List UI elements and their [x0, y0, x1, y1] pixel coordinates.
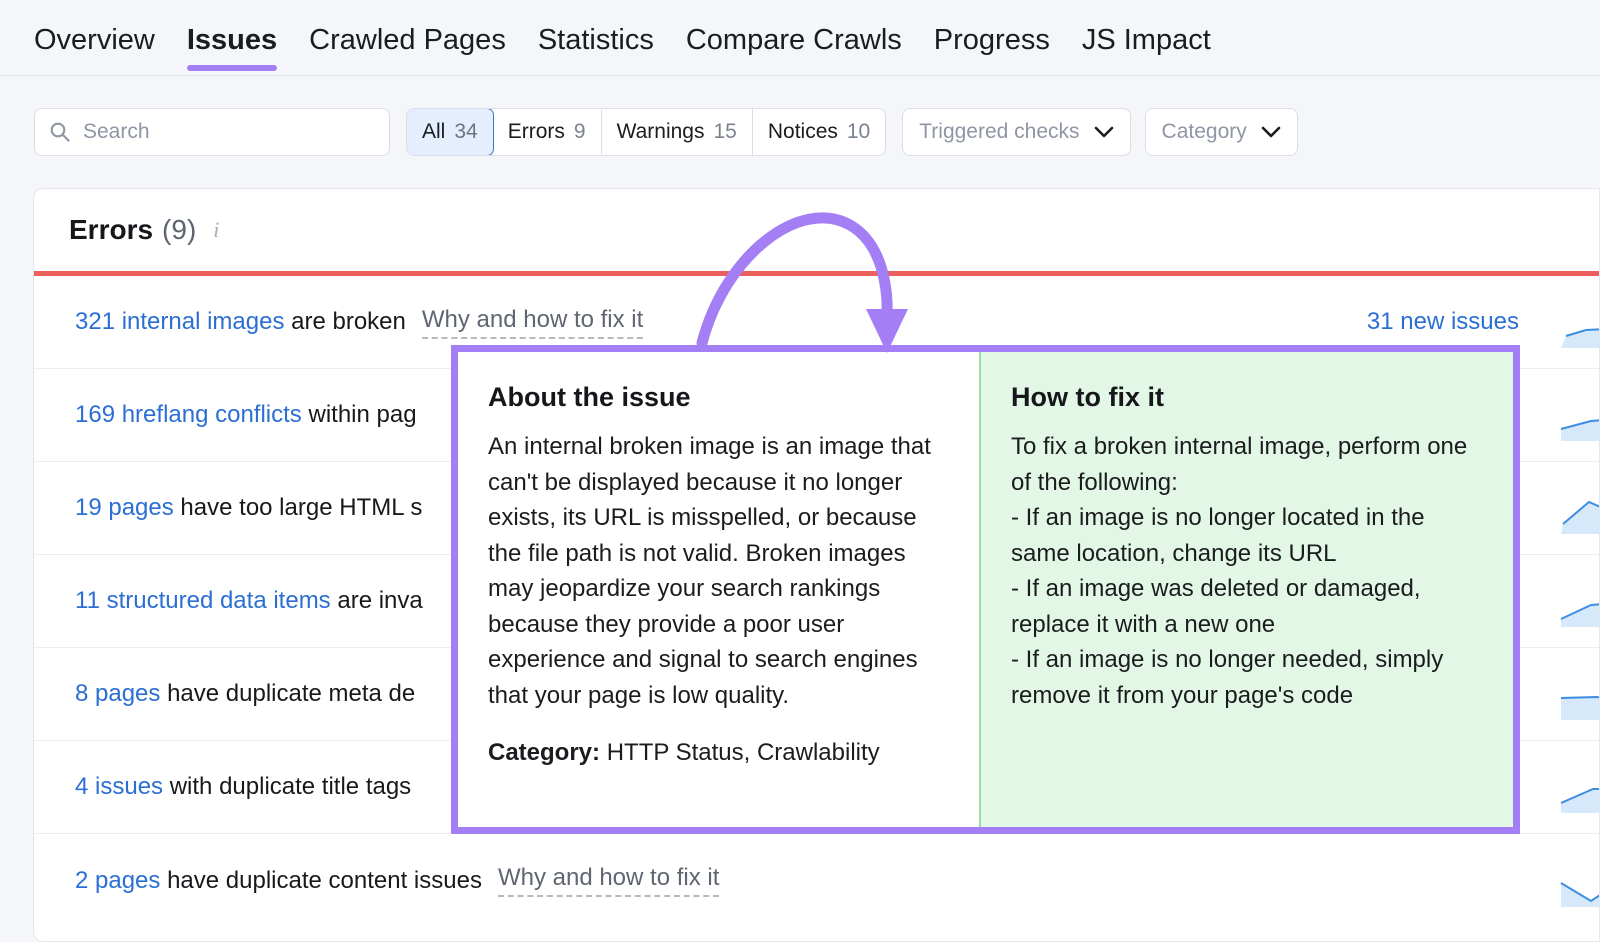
triggered-checks-dropdown[interactable]: Triggered checks	[902, 108, 1131, 156]
triggered-checks-label: Triggered checks	[919, 120, 1080, 143]
how-to-fix-panel: How to fix it To fix a broken internal i…	[979, 352, 1513, 827]
issue-text: 2 pages have duplicate content issues	[75, 867, 482, 895]
issue-text: 11 structured data items are inva	[75, 587, 423, 615]
issue-text: 169 hreflang conflicts within pag	[75, 401, 417, 429]
why-and-how-to-fix-it-link[interactable]: Why and how to fix it	[497, 864, 720, 897]
issue-row[interactable]: 2 pages have duplicate content issues Why…	[34, 834, 1599, 927]
search-input-wrapper[interactable]	[34, 108, 390, 156]
why-and-how-to-fix-it-link[interactable]: Why and how to fix it	[421, 306, 644, 339]
search-input[interactable]	[83, 120, 375, 144]
chevron-down-icon	[1261, 126, 1281, 137]
nav-tab-compare-crawls[interactable]: Compare Crawls	[686, 0, 902, 55]
sparkline-chart	[1560, 419, 1599, 441]
issues-page: Overview Issues Crawled Pages Statistics Com…	[0, 0, 1600, 942]
about-the-issue-panel: About the issue An internal broken image…	[458, 352, 979, 827]
filter-label: Errors	[507, 120, 565, 143]
issue-text: 321 internal images are broken	[75, 308, 406, 336]
issue-description: within pag	[301, 401, 417, 428]
issue-count-link[interactable]: 4 issues	[75, 773, 163, 800]
filter-all[interactable]: All 34	[407, 109, 494, 155]
issue-description: have duplicate meta de	[160, 680, 416, 707]
nav-tab-statistics[interactable]: Statistics	[538, 0, 654, 55]
page-title: Errors	[69, 214, 154, 245]
issue-text: 19 pages have too large HTML s	[75, 494, 422, 522]
errors-count: (9)	[162, 214, 197, 245]
sparkline-chart	[1560, 788, 1599, 813]
nav-tab-issues[interactable]: Issues	[186, 0, 278, 71]
issue-description: with duplicate title tags	[163, 773, 412, 800]
filter-count: 10	[846, 120, 871, 143]
issue-count-link[interactable]: 321 internal images	[75, 308, 284, 335]
filter-label: Warnings	[616, 120, 705, 143]
about-heading: About the issue	[488, 382, 691, 412]
severity-filter-group: All 34 Errors 9 Warnings 15 Notices 10	[406, 108, 887, 156]
issue-count-link[interactable]: 11 structured data items	[75, 587, 331, 614]
issue-text: 4 issues with duplicate title tags	[75, 773, 411, 801]
category-line: Category: HTTP Status, Crawlability	[488, 739, 947, 767]
filter-errors[interactable]: Errors 9	[493, 109, 602, 155]
nav-tab-crawled-pages[interactable]: Crawled Pages	[309, 0, 506, 55]
nav-tab-overview[interactable]: Overview	[34, 0, 155, 55]
issue-description: are inva	[330, 587, 423, 614]
chevron-down-icon	[1094, 126, 1113, 137]
fix-body: To fix a broken internal image, perform …	[1011, 433, 1468, 709]
category-label: Category	[1161, 120, 1247, 143]
sparkline-chart	[1560, 695, 1599, 720]
category-label: Category:	[488, 739, 601, 766]
filter-count: 9	[573, 120, 586, 143]
issue-count-link[interactable]: 19 pages	[75, 494, 174, 521]
about-body: An internal broken image is an image tha…	[488, 433, 931, 709]
filter-warnings[interactable]: Warnings 15	[602, 109, 753, 155]
nav-tab-js-impact[interactable]: JS Impact	[1082, 0, 1211, 55]
sparkline-chart	[1560, 603, 1599, 627]
filter-label: All	[422, 120, 446, 143]
filter-notices[interactable]: Notices 10	[753, 109, 885, 155]
issue-count-link[interactable]: 169 hreflang conflicts	[75, 401, 302, 428]
sparkline-chart	[1561, 500, 1599, 534]
filter-count: 15	[713, 120, 737, 143]
issue-text: 8 pages have duplicate meta de	[75, 680, 415, 708]
info-icon[interactable]: i	[213, 217, 219, 243]
category-value: HTTP Status, Crawlability	[600, 739, 880, 766]
category-dropdown[interactable]: Category	[1144, 108, 1298, 156]
issue-count-link[interactable]: 2 pages	[75, 867, 160, 894]
main-navigation: Overview Issues Crawled Pages Statistics Com…	[0, 0, 1600, 76]
filter-label: Notices	[767, 120, 838, 143]
issue-description: have too large HTML s	[173, 494, 423, 521]
sparkline-chart	[1560, 881, 1599, 907]
filter-toolbar: All 34 Errors 9 Warnings 15 Notices 10 Triggere…	[0, 76, 1600, 188]
fix-heading: How to fix it	[1011, 382, 1164, 412]
issue-description: are broken	[284, 308, 406, 335]
filter-count: 34	[454, 120, 478, 143]
nav-tab-progress[interactable]: Progress	[934, 0, 1050, 55]
search-icon	[50, 122, 70, 142]
new-issues-link[interactable]: 31 new issues	[1367, 308, 1519, 336]
sparkline-chart	[1561, 328, 1599, 348]
issue-count-link[interactable]: 8 pages	[75, 680, 160, 707]
issue-description: have duplicate content issues	[160, 866, 482, 894]
issue-details-tooltip: About the issue An internal broken image…	[451, 345, 1520, 834]
errors-card-header: Errors (9) i	[34, 189, 1599, 271]
